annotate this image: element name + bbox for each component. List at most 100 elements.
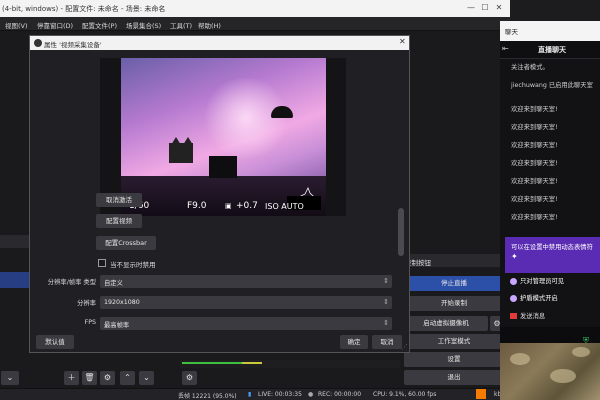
studio-mode-button[interactable]: 工作室模式 <box>404 334 504 349</box>
sparkle-icon: ✦ <box>511 252 518 261</box>
deactivate-when-hidden-checkbox[interactable] <box>98 259 106 267</box>
exposure-readout: +0.7 <box>236 201 258 211</box>
eye-icon <box>510 277 517 285</box>
shield-mode-option[interactable]: 护盾模式开启 <box>510 293 558 302</box>
resolution-type-select[interactable]: 自定义 ⇕ <box>100 275 392 288</box>
main-window-title: (4-bit, windows) - 配置文件: 未命名 - 场景: 未命名 <box>2 5 166 13</box>
defaults-button[interactable]: 默认值 <box>36 335 74 349</box>
wallpaper-leaf <box>510 353 530 365</box>
deactivate-button[interactable]: 取消激活 <box>96 193 142 207</box>
aperture-readout: F9.0 <box>187 201 207 211</box>
shield-mode-label: 护盾模式开启 <box>520 295 558 302</box>
add-icon[interactable]: ＋ <box>64 371 79 385</box>
monitor-shape <box>209 156 237 178</box>
dialog-scrollbar[interactable] <box>398 208 404 256</box>
controls-dock-header: 控制按钮 <box>402 254 505 267</box>
mod-only-label: 只对管理员可见 <box>520 278 565 285</box>
chat-message: jiechuwang 已启用此聊天室 <box>511 82 593 89</box>
exit-button[interactable]: 退出 <box>404 370 504 385</box>
wallpaper-leaf <box>572 347 590 357</box>
chat-message: 欢迎来到聊天室! <box>511 142 558 149</box>
stop-stream-button[interactable]: 停止直播 <box>404 276 504 291</box>
chat-message: 欢迎来到聊天室! <box>511 196 558 203</box>
resolution-type-value: 自定义 <box>104 280 123 287</box>
settings-button[interactable]: 设置 <box>404 352 504 367</box>
live-timer: LIVE: 00:03:35 <box>258 391 302 398</box>
chevron-down-icon[interactable]: ⌄ <box>139 371 154 385</box>
configure-video-button[interactable]: 配置视频 <box>96 214 142 228</box>
resolution-label: 分辨率 <box>77 300 96 307</box>
emote-notice-text: 可以在设置中禁用动态表情符 <box>511 244 593 251</box>
minimize-icon[interactable]: — <box>466 3 476 13</box>
dialog-close-icon[interactable]: ✕ <box>399 37 406 46</box>
chat-message: 欢迎来到聊天室! <box>511 178 558 185</box>
rec-timer: REC: 00:00:00 <box>318 391 362 398</box>
resize-grip-icon[interactable]: ⋰ <box>401 343 408 351</box>
main-window-titlebar: (4-bit, windows) - 配置文件: 未命名 - 场景: 未命名 —… <box>0 0 510 17</box>
send-message-option[interactable]: 发送消息 <box>510 311 545 320</box>
chat-header: ⇤ 直播聊天 <box>500 41 600 59</box>
start-recording-button[interactable]: 开始录制 <box>404 296 504 311</box>
menu-profile[interactable]: 配置文件(P) <box>82 20 117 30</box>
chevron-updown-icon: ⇕ <box>383 277 389 285</box>
chevron-down-icon[interactable]: ⌄ <box>1 371 19 385</box>
fps-select[interactable]: 最高帧率 ⇕ <box>100 317 392 330</box>
mod-only-option[interactable]: 只对管理员可见 <box>510 276 564 285</box>
deactivate-when-hidden-label: 当不显示时禁用 <box>110 261 156 269</box>
chat-window-title: 聊天 <box>505 28 518 36</box>
ok-button[interactable]: 确定 <box>340 335 368 349</box>
selected-scene-row[interactable] <box>0 272 30 288</box>
chat-message: 欢迎来到聊天室! <box>511 124 558 131</box>
send-message-label: 发送消息 <box>520 313 546 320</box>
chat-message: 欢迎来到聊天室! <box>511 214 558 221</box>
emote-notice: 可以在设置中禁用动态表情符 ✦ <box>505 237 600 273</box>
lamp-shape <box>271 106 293 118</box>
properties-dialog: 属性 '视频采集设备' ✕ 1/60 F9.0 ▣ +0.7 ISO AUTO … <box>29 35 410 353</box>
chat-message: 关注者模式。 <box>511 64 549 71</box>
gear-icon[interactable]: ⚙ <box>100 371 115 385</box>
record-icon: ● <box>308 391 314 398</box>
fps-value: 最高帧率 <box>104 322 130 329</box>
desktop-wallpaper <box>500 343 600 400</box>
video-icon <box>510 313 517 319</box>
obs-logo-icon <box>34 39 42 47</box>
cpu-fps-text: CPU: 9.1%, 60.00 fps <box>373 391 437 398</box>
cancel-button[interactable]: 取消 <box>372 335 402 349</box>
resolution-type-label: 分辨率/帧率 类型 <box>47 279 96 286</box>
dialog-title: 属性 '视频采集设备' <box>44 41 102 49</box>
close-icon[interactable]: ✕ <box>494 3 504 13</box>
configure-crossbar-button[interactable]: 配置Crossbar <box>96 236 156 250</box>
meter-green <box>182 362 242 364</box>
collapse-icon[interactable]: ⇤ <box>502 44 509 53</box>
video-preview: 1/60 F9.0 ▣ +0.7 ISO AUTO <box>121 58 326 216</box>
menu-help[interactable]: 帮助(H) <box>198 20 221 30</box>
chat-message: 欢迎来到聊天室! <box>511 106 558 113</box>
menu-bar: 视图(V) 停靠窗口(D) 配置文件(P) 场景集合(S) 工具(T) 帮助(H… <box>0 17 510 31</box>
menu-view[interactable]: 视图(V) <box>5 20 28 30</box>
chevron-updown-icon: ⇕ <box>383 298 389 306</box>
menu-docks[interactable]: 停靠窗口(D) <box>37 20 73 30</box>
dialog-titlebar: 属性 '视频采集设备' ✕ <box>30 36 409 50</box>
iso-readout: ISO AUTO <box>265 202 304 211</box>
meter-yellow <box>242 362 262 364</box>
chevron-updown-icon: ⇕ <box>383 319 389 327</box>
fps-label: FPS <box>84 319 96 326</box>
scenes-dock-header <box>0 235 30 248</box>
network-icon: ▮ <box>248 391 252 398</box>
maximize-icon[interactable]: ☐ <box>480 3 490 13</box>
settings-dots-icon[interactable]: ⚙ <box>182 371 197 385</box>
resolution-value: 1920x1080 <box>104 299 140 306</box>
light-glow <box>201 78 291 158</box>
bitrate-indicator <box>476 389 486 399</box>
shield-icon <box>510 294 517 302</box>
menu-tools[interactable]: 工具(T) <box>170 20 192 30</box>
wallpaper-leaf <box>550 369 576 383</box>
exposure-icon: ▣ <box>225 202 232 210</box>
trash-icon[interactable]: 🗑 <box>82 371 97 385</box>
chevron-up-icon[interactable]: ⌃ <box>120 371 135 385</box>
chat-window-titlebar: 聊天 <box>500 21 600 41</box>
audio-meter <box>180 360 400 368</box>
menu-scene-collection[interactable]: 场景集合(S) <box>126 20 161 30</box>
virtual-camera-button[interactable]: 启动虚拟摄像机 <box>404 316 488 331</box>
resolution-select[interactable]: 1920x1080 ⇕ <box>100 296 392 309</box>
